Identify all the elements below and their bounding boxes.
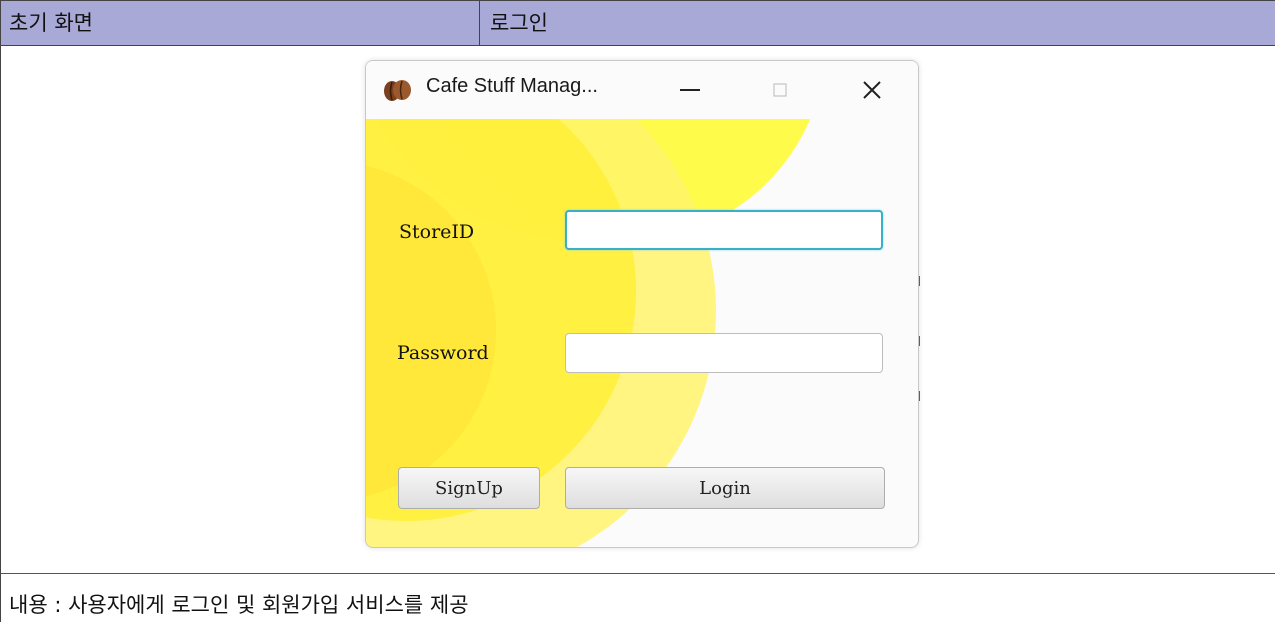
minimize-button[interactable] bbox=[668, 73, 712, 107]
description-cell: 내용 : 사용자에게 로그인 및 회원가입 서비스를 제공 bbox=[0, 574, 1275, 622]
store-id-label: StoreID bbox=[399, 221, 475, 243]
login-form: StoreID Password SignUp Login bbox=[366, 61, 918, 547]
password-input[interactable] bbox=[565, 333, 883, 373]
title-bar[interactable]: Cafe Stuff Manag... bbox=[366, 61, 918, 119]
login-window: Cafe Stuff Manag... StoreID Password Sig… bbox=[365, 60, 919, 548]
minimize-icon bbox=[680, 89, 700, 91]
header-screen-title: 로그인 bbox=[490, 11, 548, 35]
close-icon bbox=[863, 81, 881, 99]
header-screen-name: 초기 화면 bbox=[0, 1, 480, 45]
signup-button[interactable]: SignUp bbox=[398, 467, 540, 509]
coffee-bean-icon bbox=[384, 80, 411, 101]
login-button[interactable]: Login bbox=[565, 467, 885, 509]
store-id-input[interactable] bbox=[565, 210, 883, 250]
password-label: Password bbox=[397, 342, 489, 364]
close-button[interactable] bbox=[850, 73, 894, 107]
window-title: Cafe Stuff Manag... bbox=[426, 75, 598, 97]
maximize-button[interactable] bbox=[758, 73, 802, 107]
maximize-icon bbox=[773, 83, 787, 97]
table-header-row: 초기 화면 로그인 bbox=[0, 0, 1275, 46]
